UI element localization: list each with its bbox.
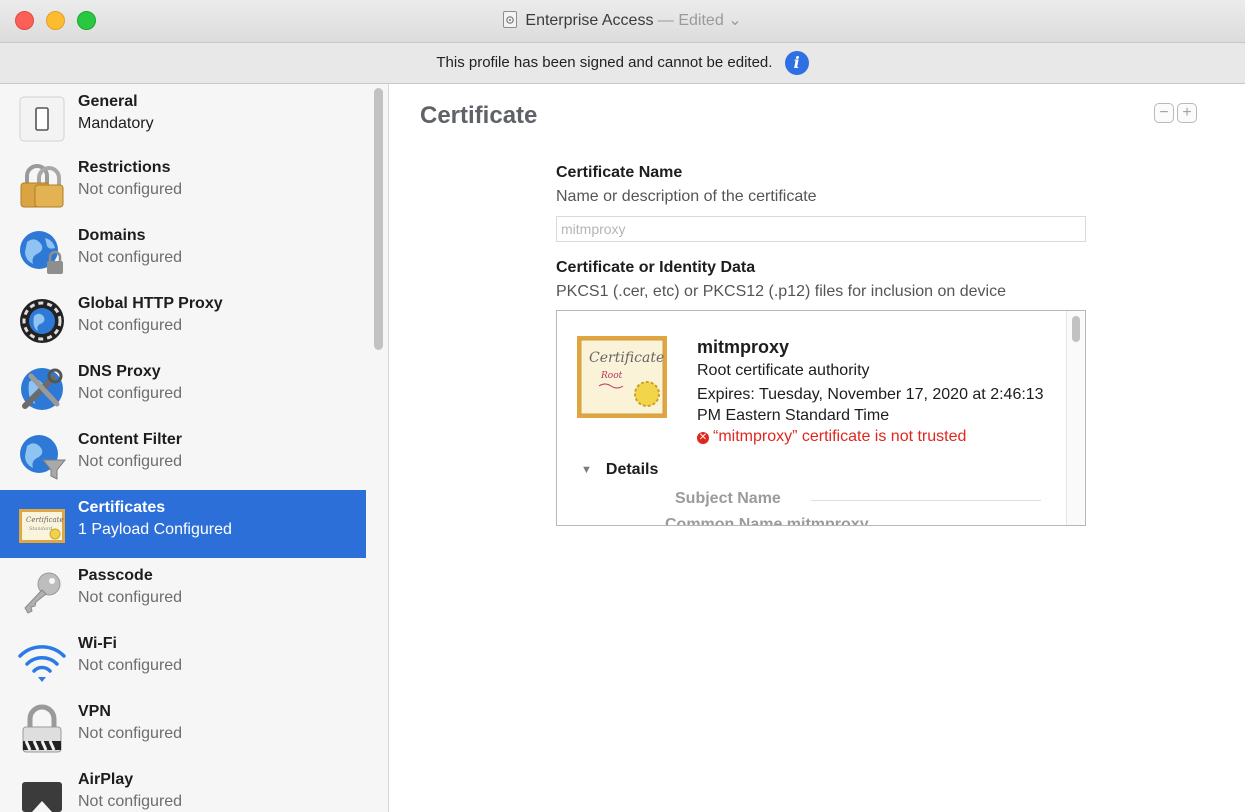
content-filter-icon <box>20 435 67 480</box>
sidebar-item-status: Mandatory <box>78 115 154 132</box>
svg-text:Standard: Standard <box>29 526 52 532</box>
sidebar-item-global-http-proxy[interactable]: Global HTTP Proxy Not configured <box>0 286 366 354</box>
certificate-scrollbar[interactable] <box>1066 311 1085 525</box>
banner-text: This profile has been signed and cannot … <box>436 54 773 71</box>
certificate-trust-warning: ✕ “mitmproxy” certificate is not trusted <box>697 428 966 446</box>
trust-warning-text: “mitmproxy” certificate is not trusted <box>713 428 967 445</box>
sidebar-scrollbar[interactable] <box>372 84 384 354</box>
sidebar-item-status: Not configured <box>78 453 183 470</box>
section-divider <box>811 500 1041 501</box>
sidebar-item-label: VPN <box>78 703 111 720</box>
sidebar-item-label: Restrictions <box>78 159 171 176</box>
svg-text:Certificate: Certificate <box>589 350 664 366</box>
window-title-separator: — <box>657 12 674 29</box>
svg-text:Root: Root <box>600 371 623 381</box>
sidebar-item-status: Not configured <box>78 385 183 402</box>
info-icon[interactable]: i <box>784 51 809 76</box>
disclosure-triangle-icon[interactable]: ▼ <box>581 464 592 476</box>
chevron-down-icon: ⌄ <box>728 12 742 29</box>
wifi-icon <box>18 645 66 682</box>
sidebar-item-label: Global HTTP Proxy <box>78 295 223 312</box>
sidebar-item-label: Domains <box>78 227 146 244</box>
sidebar-scroll-thumb[interactable] <box>374 88 383 350</box>
error-icon: ✕ <box>697 432 709 444</box>
sidebar-item-restrictions[interactable]: Restrictions Not configured <box>0 150 366 218</box>
details-disclosure[interactable]: ▼ Details <box>581 461 658 479</box>
edited-status: Edited <box>678 12 724 29</box>
sidebar-item-vpn[interactable]: VPN Not configured <box>0 694 366 762</box>
window-title-text: Enterprise Access <box>525 12 654 29</box>
subject-name-heading: Subject Name <box>675 490 781 507</box>
sidebar-item-label: Certificates <box>78 499 166 516</box>
sidebar-item-status: Not configured <box>78 657 183 674</box>
certificate-name-label: Certificate Name <box>556 164 683 181</box>
sidebar-item-dns-proxy[interactable]: DNS Proxy Not configured <box>0 354 366 422</box>
sidebar-item-status: Not configured <box>78 725 183 742</box>
window-titlebar: Enterprise Access — Edited ⌄ <box>0 0 1245 43</box>
payload-sidebar: General Mandatory Restrictions Not confi… <box>0 84 389 812</box>
certificate-icon: Certificate Root <box>577 336 667 418</box>
certificate-name-field[interactable]: mitmproxy <box>556 216 1086 242</box>
svg-text:Certificate: Certificate <box>26 516 64 524</box>
sidebar-item-status: Not configured <box>78 317 183 334</box>
sidebar-item-status: Not configured <box>78 793 183 810</box>
certificate-type: Root certificate authority <box>697 362 870 379</box>
sidebar-item-status: Not configured <box>78 249 183 266</box>
certificate-name-help: Name or description of the certificate <box>556 188 817 205</box>
global-proxy-icon <box>20 299 64 343</box>
identity-data-label: Certificate or Identity Data <box>556 259 756 276</box>
certificate-expiry: Expires: Tuesday, November 17, 2020 at 2… <box>697 386 1044 424</box>
dns-proxy-icon <box>21 368 63 410</box>
sidebar-item-status: Not configured <box>78 181 183 198</box>
sidebar-item-label: DNS Proxy <box>78 363 161 380</box>
sidebar-item-wifi[interactable]: Wi-Fi Not configured <box>0 626 366 694</box>
add-payload-button[interactable]: + <box>1177 103 1197 123</box>
window-title[interactable]: Enterprise Access — Edited ⌄ <box>0 10 1245 30</box>
sidebar-item-airplay[interactable]: AirPlay Not configured <box>0 762 366 812</box>
sidebar-item-general[interactable]: General Mandatory <box>0 84 366 150</box>
sidebar-item-certificates[interactable]: Certificate Standard Certificates 1 Payl… <box>0 490 366 558</box>
sidebar-item-label: Content Filter <box>78 431 182 448</box>
sidebar-item-content-filter[interactable]: Content Filter Not configured <box>0 422 366 490</box>
certificate-viewer[interactable]: Certificate Root mitmproxy Root certific… <box>556 310 1086 526</box>
payload-detail-pane: Certificate − + Certificate Name Name or… <box>389 84 1245 812</box>
payload-list: General Mandatory Restrictions Not confi… <box>0 84 366 812</box>
airplay-icon <box>22 782 62 812</box>
sidebar-item-passcode[interactable]: Passcode Not configured <box>0 558 366 626</box>
sidebar-item-label: Passcode <box>78 567 153 584</box>
identity-data-help: PKCS1 (.cer, etc) or PKCS12 (.p12) files… <box>556 283 1006 300</box>
remove-payload-button[interactable]: − <box>1154 103 1174 123</box>
general-icon <box>19 96 65 142</box>
document-icon <box>503 11 518 28</box>
sidebar-item-domains[interactable]: Domains Not configured <box>0 218 366 286</box>
domains-globe-icon <box>20 231 63 274</box>
common-name-row: Common Name mitmproxy <box>665 516 869 526</box>
sidebar-item-status: Not configured <box>78 589 183 606</box>
details-label: Details <box>605 461 659 478</box>
certificate-scroll-thumb[interactable] <box>1072 316 1080 342</box>
signed-profile-banner: This profile has been signed and cannot … <box>0 43 1245 84</box>
key-icon <box>24 572 61 614</box>
sidebar-item-status: 1 Payload Configured <box>78 521 232 538</box>
vpn-lock-icon <box>22 704 62 753</box>
sidebar-item-label: General <box>78 93 138 110</box>
sidebar-item-label: Wi-Fi <box>78 635 117 652</box>
certificate-title: mitmproxy <box>697 337 790 357</box>
restrictions-lock-icon <box>20 164 64 208</box>
sidebar-item-label: AirPlay <box>78 771 134 788</box>
page-title: Certificate <box>420 102 538 129</box>
certificate-icon: Certificate Standard <box>19 509 65 543</box>
